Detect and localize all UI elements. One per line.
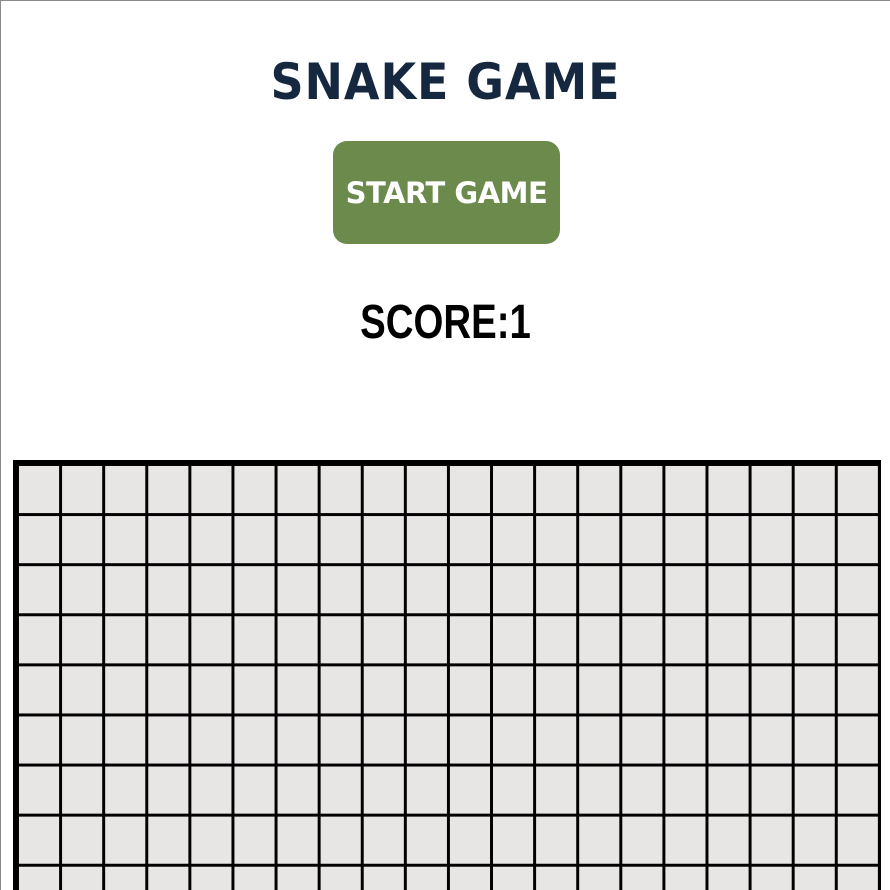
game-board[interactable] xyxy=(13,460,881,890)
start-game-button[interactable]: START GAME xyxy=(333,141,560,244)
game-title: SNAKE GAME xyxy=(270,53,621,111)
score-display: SCORE:1 xyxy=(360,296,531,349)
